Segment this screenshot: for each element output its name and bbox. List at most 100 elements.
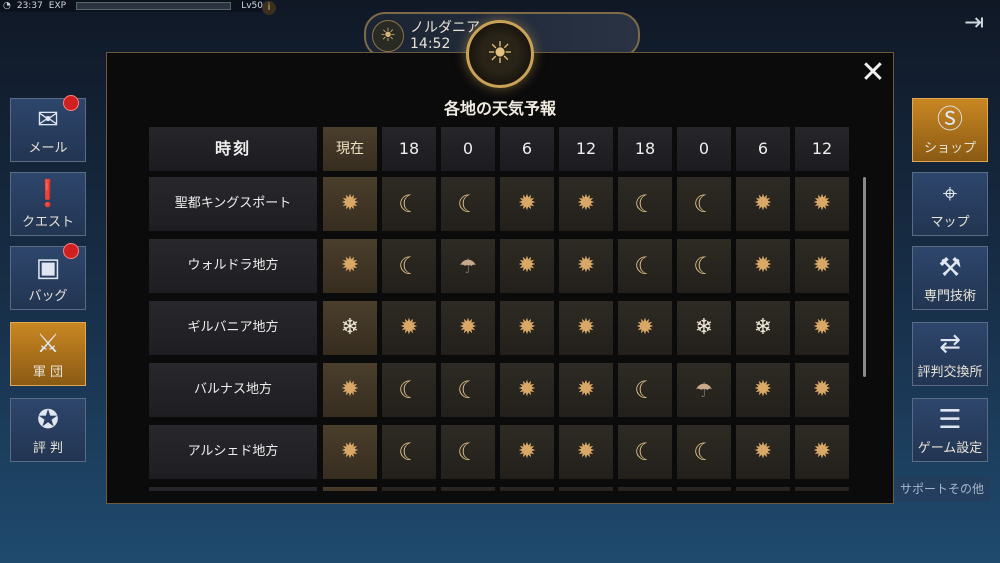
weather-cell: ✹ [559,425,613,479]
weather-cell: ☂ [441,239,495,293]
sun-icon: ✹ [812,377,832,402]
moon-icon: ☾ [457,438,479,466]
weather-cell-now: ✹ [323,239,377,293]
close-button[interactable]: ✕ [856,56,890,90]
exchange-icon: ⇄ [939,329,961,359]
mail-button[interactable]: ✉ メール [10,95,86,162]
weather-cell-now: ✹ [323,177,377,231]
sun-icon: ✹ [576,253,596,278]
time-header-5: 0 [677,127,731,171]
sun-icon: ✹ [576,315,596,340]
status-bar: ◔ 23:37 EXP Lv50 [0,0,263,12]
weather-cell: ☾ [618,239,672,293]
bag-button[interactable]: ▣ バッグ [10,243,86,310]
weather-cell: ✹ [795,301,849,355]
sun-icon: ✹ [517,253,537,278]
exchange-button[interactable]: ⇄ 評判交換所 [912,322,988,386]
sun-icon: ✹ [635,315,655,340]
exit-icon[interactable]: ⇥ [958,6,990,38]
weather-cell: ✹ [559,239,613,293]
weather-cell-now: ❄ [323,301,377,355]
moon-icon: ☾ [693,190,715,218]
rain-icon: ☂ [695,378,713,402]
time-header-0: 18 [382,127,436,171]
sun-icon: ✹ [812,315,832,340]
notification-badge [63,243,79,259]
shop-button[interactable]: Ⓢ ショップ [912,98,988,162]
weather-cell: ✹ [618,301,672,355]
moon-icon: ☾ [398,376,420,404]
weather-cell: ✹ [500,239,554,293]
skills-label: 専門技術 [923,289,976,304]
dialog-title: 各地の天気予報 [443,99,556,118]
sun-icon: ✹ [399,315,419,340]
weather-cell-partial [559,487,613,491]
weather-cell: ✹ [795,177,849,231]
weather-cell: ☾ [441,363,495,417]
weather-cell: ✹ [736,177,790,231]
sun-icon: ✹ [576,191,596,216]
sun-icon: ✹ [340,377,360,402]
weather-cell: ✹ [795,239,849,293]
weather-cell-partial [618,487,672,491]
sun-icon: ✹ [812,439,832,464]
weather-cell: ✹ [736,363,790,417]
info-icon[interactable]: i [262,1,276,15]
clock-text: 23:37 [16,1,43,11]
weather-cell: ✹ [559,363,613,417]
region-label: アルシェド地方 [149,425,317,479]
moon-icon: ☾ [634,190,656,218]
support-link[interactable]: サポートその他 [896,476,990,502]
sun-icon: ✹ [753,191,773,216]
forecast-table: 時刻 現在 18 0 6 12 18 0 6 12 聖都キングスポート ✹ ☾ ☾ ✹ ✹ ☾ ☾ ✹ ✹ ウォルドラ地… [149,127,857,491]
map-label: マップ [930,215,970,230]
sun-icon: ✹ [458,315,478,340]
reputation-button[interactable]: ✪ 評 判 [10,398,86,462]
weather-cell: ✹ [795,363,849,417]
mail-label: メール [28,141,68,156]
settings-button[interactable]: ☰ ゲーム設定 [912,398,988,462]
medal-icon: ✪ [37,405,59,435]
scrollbar[interactable] [863,177,866,377]
crossed-swords-icon: ⚔ [36,329,60,359]
skills-button[interactable]: ⚒ 専門技術 [912,246,988,310]
snow-icon: ❄ [753,315,773,340]
time-header-1: 0 [441,127,495,171]
weather-cell: ☾ [441,177,495,231]
time-header-3: 12 [559,127,613,171]
coin-icon: Ⓢ [936,105,963,135]
wifi-icon: ◔ [3,1,11,11]
region-label: ウォルドラ地方 [149,239,317,293]
sun-icon: ✹ [576,377,596,402]
region-label: 聖都キングスポート [149,177,317,231]
weather-cell-now: ✹ [323,363,377,417]
weather-cell: ✹ [382,301,436,355]
region-label: バルナス地方 [149,363,317,417]
guild-button[interactable]: ⚔ 軍 団 [10,322,86,386]
weather-cell: ❄ [677,301,731,355]
quest-button[interactable]: ❗ クエスト [10,172,86,236]
weather-cell: ✹ [736,425,790,479]
sun-icon: ✹ [340,253,360,278]
time-header-4: 18 [618,127,672,171]
weather-cell: ✹ [500,363,554,417]
weather-cell: ✹ [500,177,554,231]
exp-bar [76,2,232,10]
time-header-7: 12 [795,127,849,171]
map-button[interactable]: ⌖ マップ [912,172,988,236]
time-header: 時刻 [149,127,317,171]
weather-forecast-dialog: 各地の天気予報 時刻 現在 18 0 6 12 18 0 6 12 聖都キングスポート ✹ ☾ ☾ ✹ ✹ ☾ ☾… [106,52,894,504]
reputation-label: 評 判 [32,441,64,456]
weather-cell: ☾ [382,363,436,417]
weather-cell: ✹ [441,301,495,355]
weather-cell-partial [441,487,495,491]
quest-label: クエスト [21,215,74,230]
sun-icon: ✹ [517,191,537,216]
moon-icon: ☾ [634,376,656,404]
settings-label: ゲーム設定 [917,441,983,456]
weather-cell-partial [323,487,377,491]
weather-cell-partial [736,487,790,491]
moon-icon: ☾ [693,252,715,280]
region-label-partial [149,487,317,491]
sun-icon: ✹ [753,439,773,464]
